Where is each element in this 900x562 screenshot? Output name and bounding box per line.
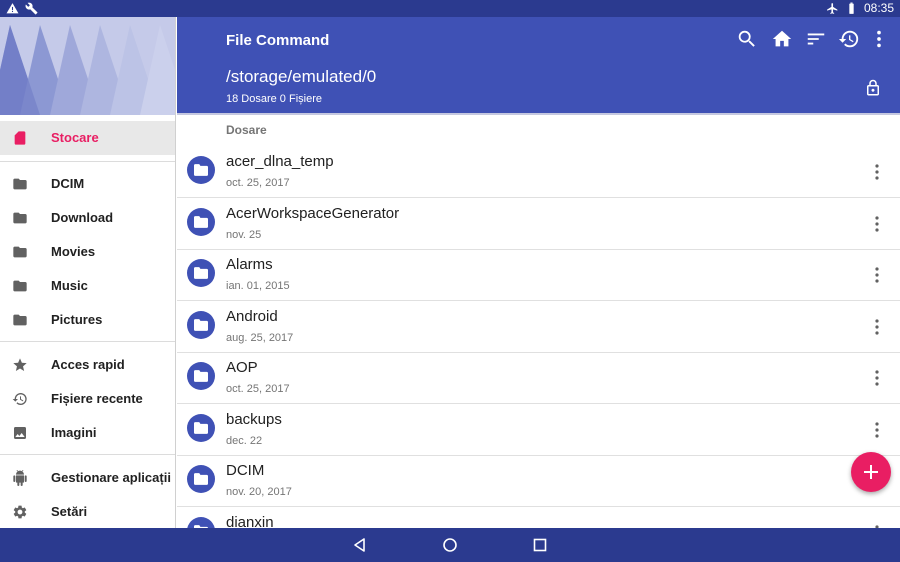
folder-icon <box>187 362 215 390</box>
drawer-item-label: Imagini <box>51 425 97 440</box>
system-nav-bar <box>0 528 900 562</box>
airplane-icon <box>827 2 838 14</box>
drawer-item-quick-access[interactable]: Acces rapid <box>0 348 175 382</box>
image-icon <box>14 427 26 439</box>
recents-icon[interactable] <box>532 537 548 553</box>
list-item[interactable]: AOP oct. 25, 2017 <box>177 352 900 404</box>
drawer-item-label: Acces rapid <box>51 357 125 372</box>
app-title: File Command <box>226 32 330 49</box>
drawer-item-storage[interactable]: Stocare <box>0 121 175 155</box>
search-icon[interactable] <box>736 28 758 50</box>
more-vert-icon[interactable] <box>868 28 890 50</box>
drawer-header-art <box>0 17 175 115</box>
drawer-item-label: Download <box>51 210 114 225</box>
item-date: oct. 25, 2017 <box>226 177 290 189</box>
plus-icon <box>864 465 878 479</box>
item-name: DCIM <box>226 462 265 479</box>
drawer-divider <box>0 454 175 455</box>
drawer-item-music[interactable]: Music <box>0 269 175 303</box>
back-icon[interactable] <box>352 537 368 553</box>
drawer-item-label: Gestionare aplicații <box>51 470 171 485</box>
drawer-item-settings[interactable]: Setări <box>0 495 175 528</box>
folder-icon <box>13 212 27 224</box>
more-vert-icon[interactable] <box>872 420 882 440</box>
drawer-item-label: Movies <box>51 244 96 259</box>
drawer-item-label: Setări <box>51 504 88 519</box>
item-date: nov. 25 <box>226 229 262 241</box>
android-icon <box>13 470 27 486</box>
battery-icon <box>849 2 854 14</box>
history-icon <box>12 393 27 405</box>
drawer-item-recent-files[interactable]: Fișiere recente <box>0 382 175 416</box>
item-date: aug. 25, 2017 <box>226 332 294 344</box>
item-date: ian. 01, 2015 <box>226 280 290 292</box>
drawer-item-app-manager[interactable]: Gestionare aplicații <box>0 461 175 495</box>
lock-icon[interactable] <box>864 78 882 98</box>
folder-icon <box>187 465 215 493</box>
list-item[interactable]: Alarms ian. 01, 2015 <box>177 249 900 301</box>
folder-file-count: 18 Dosare 0 Fișiere <box>226 93 322 105</box>
list-item[interactable]: acer_dlna_temp oct. 25, 2017 <box>177 146 900 198</box>
more-vert-icon[interactable] <box>872 265 882 285</box>
folder-icon <box>187 208 215 236</box>
item-name: AOP <box>226 359 258 376</box>
drawer-item-dcim[interactable]: DCIM <box>0 167 175 201</box>
drawer-item-label: Fișiere recente <box>51 391 143 406</box>
item-name: acer_dlna_temp <box>226 153 334 170</box>
file-list: Dosare acer_dlna_temp oct. 25, 2017 Acer… <box>177 115 900 528</box>
folder-icon <box>13 178 27 190</box>
folder-icon <box>187 156 215 184</box>
item-name: dianxin <box>226 514 274 528</box>
folder-icon <box>187 517 215 528</box>
sd-card-icon <box>14 131 26 145</box>
drawer-item-pictures[interactable]: Pictures <box>0 303 175 337</box>
drawer-item-download[interactable]: Download <box>0 201 175 235</box>
folder-icon <box>13 246 27 258</box>
warning-icon <box>6 3 19 14</box>
more-vert-icon[interactable] <box>872 162 882 182</box>
item-date: nov. 20, 2017 <box>226 486 292 498</box>
folder-icon <box>187 311 215 339</box>
status-time: 08:35 <box>863 1 894 15</box>
home-icon[interactable] <box>771 28 793 50</box>
folder-icon <box>13 314 27 326</box>
star-icon <box>13 358 27 371</box>
more-vert-icon[interactable] <box>872 317 882 337</box>
item-name: AcerWorkspaceGenerator <box>226 205 400 222</box>
sort-icon[interactable] <box>805 28 827 50</box>
drawer-divider <box>0 161 175 162</box>
list-item[interactable]: DCIM nov. 20, 2017 <box>177 455 900 507</box>
navigation-drawer: Stocare DCIM Download Movies Music Pictu… <box>0 17 176 528</box>
drawer-item-images[interactable]: Imagini <box>0 416 175 450</box>
add-button[interactable] <box>851 452 891 492</box>
list-item[interactable]: dianxin <box>177 507 900 528</box>
drawer-item-label: Music <box>51 278 88 293</box>
drawer-item-movies[interactable]: Movies <box>0 235 175 269</box>
home-button-icon[interactable] <box>442 537 458 553</box>
gear-icon <box>13 505 27 519</box>
more-vert-icon[interactable] <box>872 214 882 234</box>
item-date: oct. 25, 2017 <box>226 383 290 395</box>
item-name: Alarms <box>226 256 273 273</box>
drawer-divider <box>0 341 175 342</box>
drawer-item-label: Pictures <box>51 312 103 327</box>
drawer-item-label: DCIM <box>51 176 85 191</box>
list-item[interactable]: backups dec. 22 <box>177 404 900 456</box>
item-name: backups <box>226 411 282 428</box>
app-bar: File Command /storage/emulated/0 18 Dosa… <box>177 17 900 113</box>
current-path: /storage/emulated/0 <box>226 67 377 86</box>
section-header: Dosare <box>226 123 267 137</box>
drawer-item-label: Stocare <box>51 130 99 145</box>
list-item[interactable]: AcerWorkspaceGenerator nov. 25 <box>177 198 900 250</box>
folder-icon <box>13 280 27 292</box>
item-date: dec. 22 <box>226 435 263 447</box>
folder-icon <box>187 259 215 287</box>
folder-icon <box>187 414 215 442</box>
item-name: Android <box>226 308 278 325</box>
history-icon[interactable] <box>838 28 860 50</box>
list-item[interactable]: Android aug. 25, 2017 <box>177 301 900 353</box>
status-bar: 08:35 <box>0 0 900 17</box>
more-vert-icon[interactable] <box>872 368 882 388</box>
wrench-icon <box>25 2 38 15</box>
